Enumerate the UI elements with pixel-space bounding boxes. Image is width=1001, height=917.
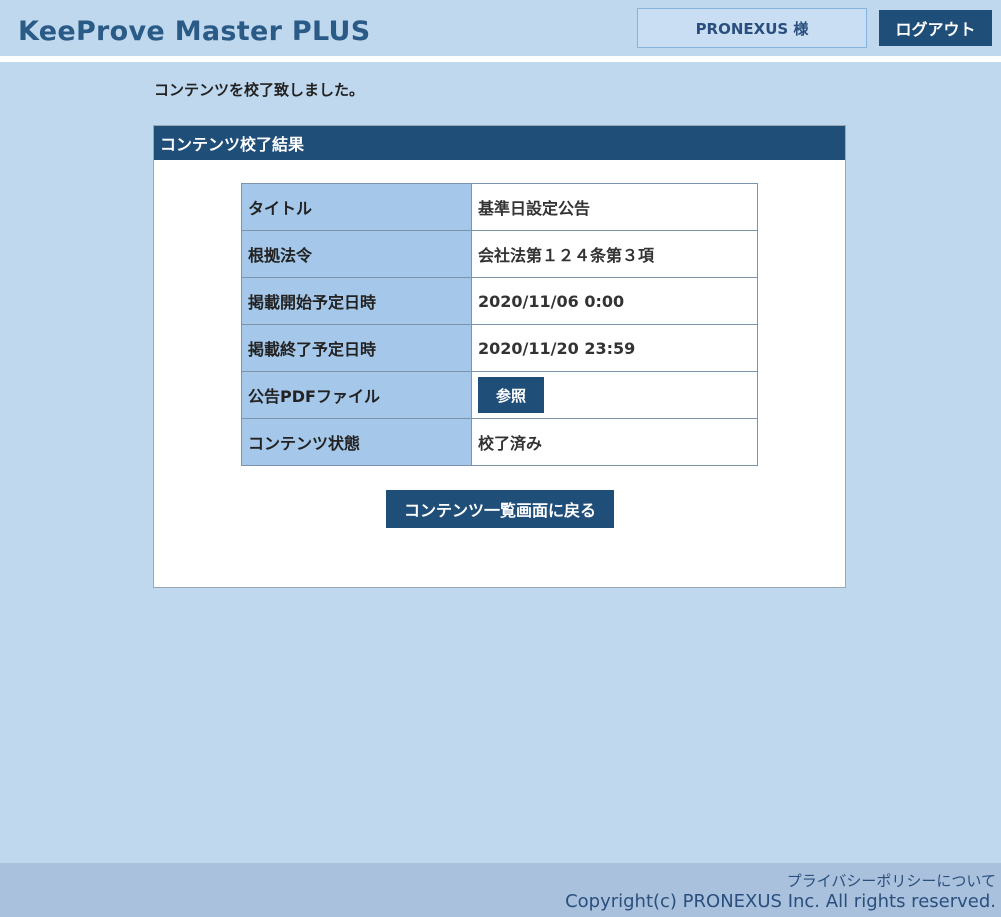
row-label: 公告PDFファイル	[241, 371, 472, 419]
status-message: コンテンツを校了致しました。	[154, 81, 365, 99]
back-to-list-button[interactable]: コンテンツ一覧画面に戻る	[386, 490, 614, 528]
header-divider	[0, 56, 1001, 62]
row-value: 参照	[471, 371, 758, 419]
row-value: 校了済み	[471, 418, 758, 466]
browse-pdf-button[interactable]: 参照	[478, 377, 544, 413]
panel-title: コンテンツ校了結果	[154, 126, 845, 160]
footer: プライバシーポリシーについて Copyright(c) PRONEXUS Inc…	[0, 863, 1001, 917]
table-row-status: コンテンツ状態 校了済み	[241, 418, 758, 466]
row-value: 2020/11/20 23:59	[471, 324, 758, 372]
table-row-end: 掲載終了予定日時 2020/11/20 23:59	[241, 324, 758, 372]
row-label: コンテンツ状態	[241, 418, 472, 466]
row-label: タイトル	[241, 183, 472, 231]
row-label: 根拠法令	[241, 230, 472, 278]
logout-button[interactable]: ログアウト	[879, 10, 992, 46]
table-row-start: 掲載開始予定日時 2020/11/06 0:00	[241, 277, 758, 325]
result-panel: コンテンツ校了結果 タイトル 基準日設定公告 根拠法令 会社法第１２４条第３項 …	[153, 125, 846, 588]
row-value: 基準日設定公告	[471, 183, 758, 231]
copyright-text: Copyright(c) PRONEXUS Inc. All rights re…	[565, 891, 996, 912]
row-label: 掲載開始予定日時	[241, 277, 472, 325]
row-label: 掲載終了予定日時	[241, 324, 472, 372]
row-value: 会社法第１２４条第３項	[471, 230, 758, 278]
result-table: タイトル 基準日設定公告 根拠法令 会社法第１２４条第３項 掲載開始予定日時 2…	[241, 183, 758, 466]
table-row-law: 根拠法令 会社法第１２４条第３項	[241, 230, 758, 278]
table-row-title: タイトル 基準日設定公告	[241, 183, 758, 231]
app-title: KeeProve Master PLUS	[18, 16, 371, 47]
user-name-badge: PRONEXUS 様	[637, 8, 867, 48]
table-row-pdf: 公告PDFファイル 参照	[241, 371, 758, 419]
header: KeeProve Master PLUS PRONEXUS 様 ログアウト	[0, 0, 1001, 56]
privacy-policy-link[interactable]: プライバシーポリシーについて	[787, 870, 996, 891]
row-value: 2020/11/06 0:00	[471, 277, 758, 325]
